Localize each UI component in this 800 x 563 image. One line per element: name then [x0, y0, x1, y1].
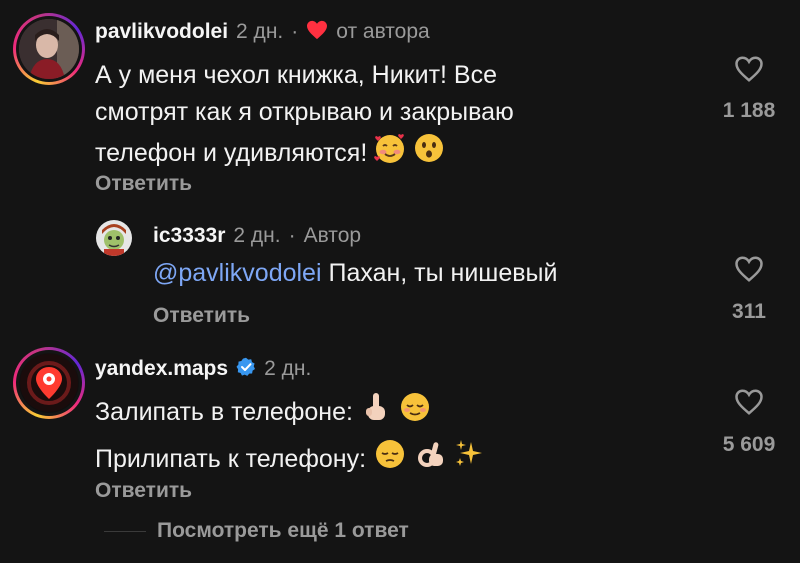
ok-hand-icon [414, 438, 446, 481]
sparkles-icon [454, 438, 484, 481]
comment-line: смотрят как я открываю и закрываю [95, 98, 514, 126]
index-pointing-up-icon [361, 391, 391, 434]
like-count: 1 188 [722, 99, 776, 122]
map-pin-logo-icon [20, 354, 78, 412]
like-heart-icon[interactable] [734, 255, 764, 283]
avatar-ic3333r[interactable] [96, 220, 132, 256]
username[interactable]: yandex.maps [95, 357, 228, 381]
reply-body: Пахан, ты нишевый [321, 259, 558, 287]
comment-line: Прилипать к телефону: [95, 445, 367, 473]
reply-button[interactable]: Ответить [95, 172, 192, 196]
author-label: Автор [303, 224, 362, 247]
avatar-photo-icon [19, 19, 79, 79]
reply-text: @pavlikvodolei Пахан, ты нишевый [153, 255, 557, 292]
heart-filled-icon [306, 20, 328, 45]
like-heart-icon[interactable] [734, 55, 764, 83]
like-count: 311 [732, 300, 766, 323]
reply-button[interactable]: Ответить [95, 479, 192, 503]
separator-dot: · [291, 20, 299, 43]
pensive-face-icon [374, 438, 406, 481]
timestamp: 2 дн. [264, 357, 312, 380]
comment-line: телефон и удивляются! [95, 139, 368, 167]
timestamp: 2 дн. [233, 224, 281, 247]
verified-badge-icon [236, 357, 256, 382]
comment-text: Залипать в телефоне: Прилипать к телефон… [95, 391, 484, 481]
avatar-yandex-maps[interactable] [13, 347, 85, 419]
comment-text: А у меня чехол книжка, Никит! Все смотря… [95, 57, 514, 176]
liked-by-author-label: от автора [336, 20, 430, 43]
cartoon-avatar-icon [96, 220, 132, 256]
avatar-pavlikvodolei[interactable] [13, 13, 85, 85]
view-more-replies-button[interactable]: Посмотреть ещё 1 ответ [157, 519, 409, 543]
username[interactable]: ic3333r [153, 224, 225, 248]
timestamp: 2 дн. [236, 20, 284, 43]
smiling-face-with-hearts-icon [373, 131, 407, 176]
reply-button[interactable]: Ответить [153, 304, 250, 328]
mention-link[interactable]: @pavlikvodolei [153, 259, 322, 287]
relieved-face-icon [399, 391, 431, 434]
comment-line: А у меня чехол книжка, Никит! Все [95, 61, 497, 89]
reply-header: ic3333r 2 дн. · Автор [153, 224, 361, 248]
username[interactable]: pavlikvodolei [95, 20, 228, 44]
comment-header: pavlikvodolei 2 дн. · от автора [95, 20, 430, 45]
comment-line: Залипать в телефоне: [95, 398, 353, 426]
comment-header: yandex.maps 2 дн. [95, 357, 311, 382]
like-heart-icon[interactable] [734, 388, 764, 416]
view-more-divider [104, 531, 146, 532]
hushed-face-icon [413, 132, 445, 175]
separator-dot: · [288, 224, 296, 247]
like-count: 5 609 [722, 433, 776, 456]
